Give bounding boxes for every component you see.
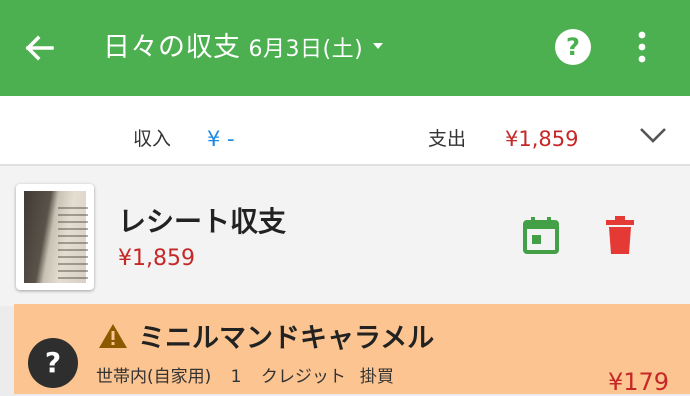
caret-down-icon[interactable] <box>373 42 384 49</box>
app-bar: 日々の収支 6月3日(土) ? <box>0 0 690 96</box>
title-text: 日々の収支 <box>103 32 241 63</box>
warning-icon <box>99 324 127 348</box>
help-badge-icon[interactable]: ? <box>28 338 78 388</box>
expense-label: 支出 <box>428 128 467 150</box>
item-name: ミニルマンドキャラメル <box>138 323 435 354</box>
receipt-card[interactable]: レシート収支 ¥1,859 <box>0 166 690 306</box>
chevron-down-icon[interactable] <box>637 118 669 150</box>
income-value: ¥ - <box>207 127 235 151</box>
help-circle-icon[interactable]: ? <box>553 27 593 67</box>
expense-value: ¥1,859 <box>505 127 579 151</box>
receipt-amount: ¥1,859 <box>118 246 195 271</box>
receipt-photo <box>24 191 88 283</box>
calendar-icon[interactable] <box>520 214 562 256</box>
trash-icon[interactable] <box>600 214 640 256</box>
list-item[interactable]: ミニルマンドキャラメル 世帯内(自家用) 1 クレジット 掛買 ¥179 <box>14 304 690 396</box>
date-selector[interactable]: 6月3日(土) <box>249 37 364 62</box>
item-type: 掛買 <box>359 367 394 387</box>
income-label: 収入 <box>133 128 172 150</box>
item-payment: クレジット <box>260 367 346 387</box>
income-expense-summary: 収入 ¥ - 支出 ¥1,859 <box>0 96 690 166</box>
item-price: ¥179 <box>608 368 670 396</box>
receipt-title: レシート収支 <box>118 205 287 238</box>
item-details: 世帯内(自家用) 1 クレジット 掛買 <box>96 362 408 387</box>
item-quantity: 1 <box>230 367 242 387</box>
item-category: 世帯内(自家用) <box>96 367 212 387</box>
more-vert-icon[interactable] <box>628 27 656 67</box>
back-arrow-icon[interactable] <box>18 26 62 70</box>
page-title[interactable]: 日々の収支 6月3日(土) <box>103 26 384 70</box>
receipt-thumbnail[interactable] <box>16 184 94 290</box>
svg-text:?: ? <box>566 33 580 61</box>
